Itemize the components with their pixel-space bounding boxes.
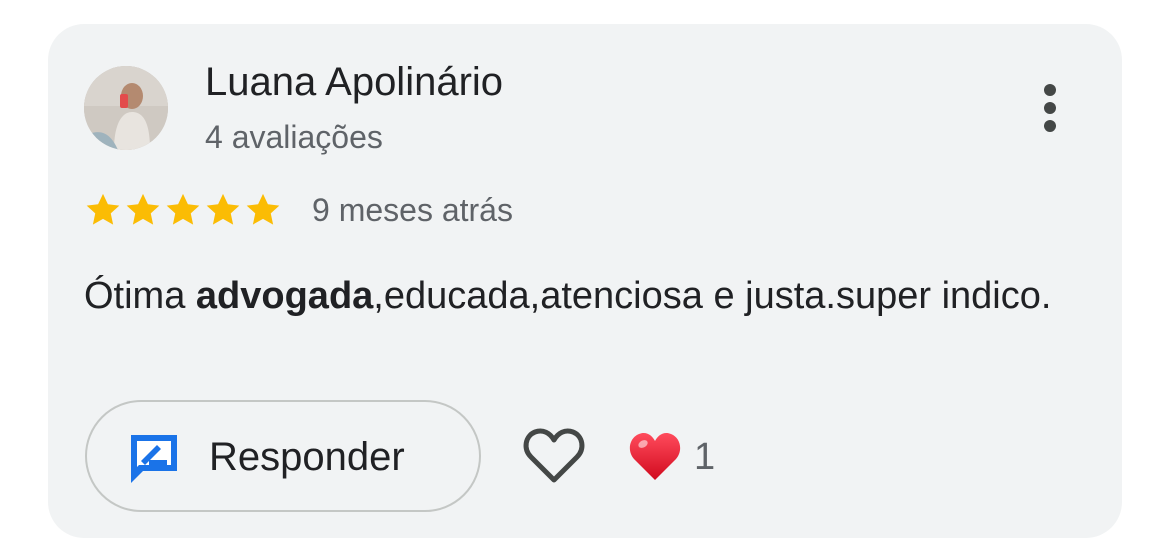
review-text-end: ,educada,atenciosa e justa.super indico. <box>373 275 1052 317</box>
avatar-photo <box>84 66 168 150</box>
more-vert-icon <box>1044 84 1056 96</box>
more-vert-icon-dot <box>1044 120 1056 132</box>
heart-outline-icon <box>523 428 585 483</box>
author-review-count: 4 avaliações <box>205 119 383 155</box>
star-icon <box>126 193 160 225</box>
review-text: Ótima advogada,educada,atenciosa e justa… <box>84 268 1084 325</box>
review-text-start: Ótima <box>84 275 196 317</box>
like-button[interactable] <box>522 426 586 486</box>
star-icon <box>166 193 200 225</box>
more-options-button[interactable] <box>1026 78 1074 138</box>
star-icon <box>206 193 240 225</box>
star-rating <box>84 190 282 230</box>
author-name[interactable]: Luana Apolinário <box>205 56 503 108</box>
red-heart-reaction-icon <box>629 432 681 480</box>
reply-button[interactable]: Responder <box>85 400 481 512</box>
star-icon <box>86 193 120 225</box>
more-vert-icon-dot <box>1044 102 1056 114</box>
reply-button-label: Responder <box>209 435 405 479</box>
star-icon <box>246 193 280 225</box>
review-text-highlight: advogada <box>195 275 374 317</box>
review-time: 9 meses atrás <box>312 192 513 228</box>
reaction-count: 1 <box>694 436 716 478</box>
reply-edit-icon <box>131 435 177 483</box>
avatar[interactable] <box>84 66 168 150</box>
